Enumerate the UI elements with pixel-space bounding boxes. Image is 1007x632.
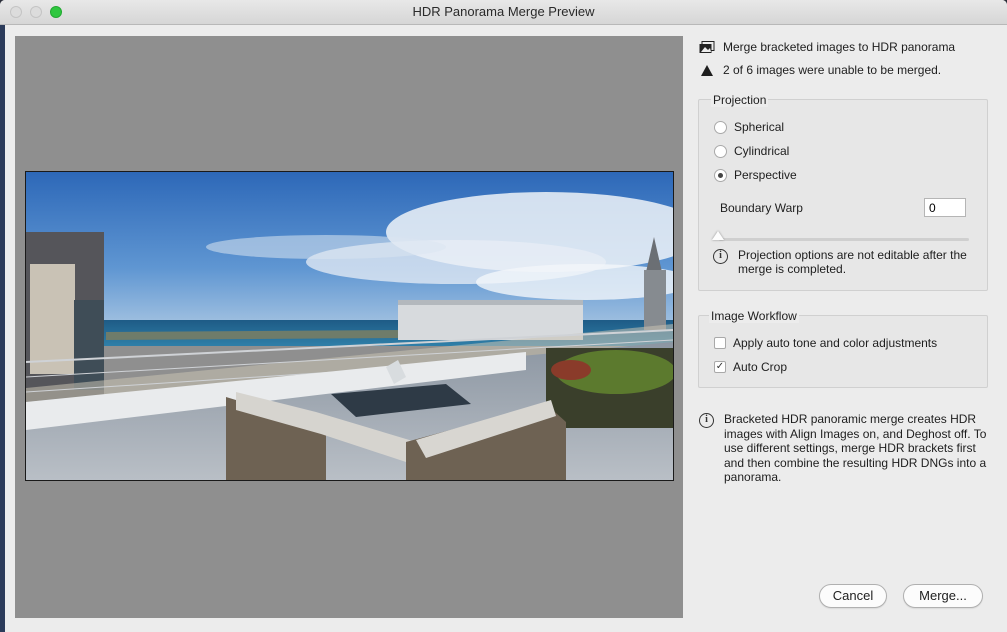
radio-label: Cylindrical	[734, 144, 790, 158]
projection-note-text: Projection options are not editable afte…	[738, 248, 967, 276]
preview-area	[15, 36, 683, 618]
merge-info-text: Bracketed HDR panoramic merge creates HD…	[724, 412, 987, 484]
panorama-preview-image	[25, 171, 674, 481]
dialog-window: HDR Panorama Merge Preview Merge bracket…	[0, 0, 1007, 632]
radio-button[interactable]	[714, 144, 727, 158]
boundary-warp-slider-handle[interactable]	[712, 231, 724, 240]
warning-text: 2 of 6 images were unable to be merged.	[723, 63, 942, 77]
projection-group: Projection Spherical Cylindrical Perspec…	[698, 93, 988, 291]
radio-spherical[interactable]: Spherical	[714, 120, 784, 134]
boundary-warp-input[interactable]	[924, 198, 966, 217]
auto-crop-option[interactable]: ✓ Auto Crop	[714, 360, 787, 374]
radio-button[interactable]	[714, 120, 727, 134]
merge-description-text: Merge bracketed images to HDR panorama	[723, 40, 956, 54]
merge-button[interactable]: Merge...	[903, 584, 983, 608]
radio-label: Perspective	[734, 168, 797, 182]
warning-row: 2 of 6 images were unable to be merged.	[698, 63, 941, 77]
cancel-button[interactable]: Cancel	[819, 584, 887, 608]
warning-triangle-icon	[698, 63, 716, 77]
merge-info-row: i Bracketed HDR panoramic merge creates …	[699, 412, 987, 485]
window-title: HDR Panorama Merge Preview	[412, 4, 595, 19]
image-workflow-group: Image Workflow Apply auto tone and color…	[698, 309, 988, 388]
radio-button[interactable]	[714, 168, 727, 182]
radio-cylindrical[interactable]: Cylindrical	[714, 144, 789, 158]
title-bar: HDR Panorama Merge Preview	[0, 0, 1007, 25]
radio-label: Spherical	[734, 120, 785, 134]
auto-crop-checkbox[interactable]: ✓	[714, 361, 726, 373]
info-icon: i	[713, 249, 728, 264]
boundary-warp-label: Boundary Warp	[720, 201, 803, 215]
auto-tone-checkbox[interactable]	[714, 337, 726, 349]
desktop-edge	[0, 24, 5, 632]
projection-note-row: i Projection options are not editable af…	[713, 248, 973, 276]
boundary-warp-slider[interactable]	[719, 238, 969, 241]
auto-tone-label: Apply auto tone and color adjustments	[733, 336, 938, 350]
info-icon: i	[699, 413, 714, 428]
settings-panel: Merge bracketed images to HDR panorama 2…	[698, 36, 990, 626]
auto-tone-option[interactable]: Apply auto tone and color adjustments	[714, 336, 937, 350]
projection-title: Projection	[711, 93, 769, 107]
auto-crop-label: Auto Crop	[733, 360, 788, 374]
merge-description-row: Merge bracketed images to HDR panorama	[698, 40, 955, 54]
image-workflow-title: Image Workflow	[709, 309, 799, 323]
radio-perspective[interactable]: Perspective	[714, 168, 797, 182]
stacked-images-icon	[698, 40, 716, 54]
